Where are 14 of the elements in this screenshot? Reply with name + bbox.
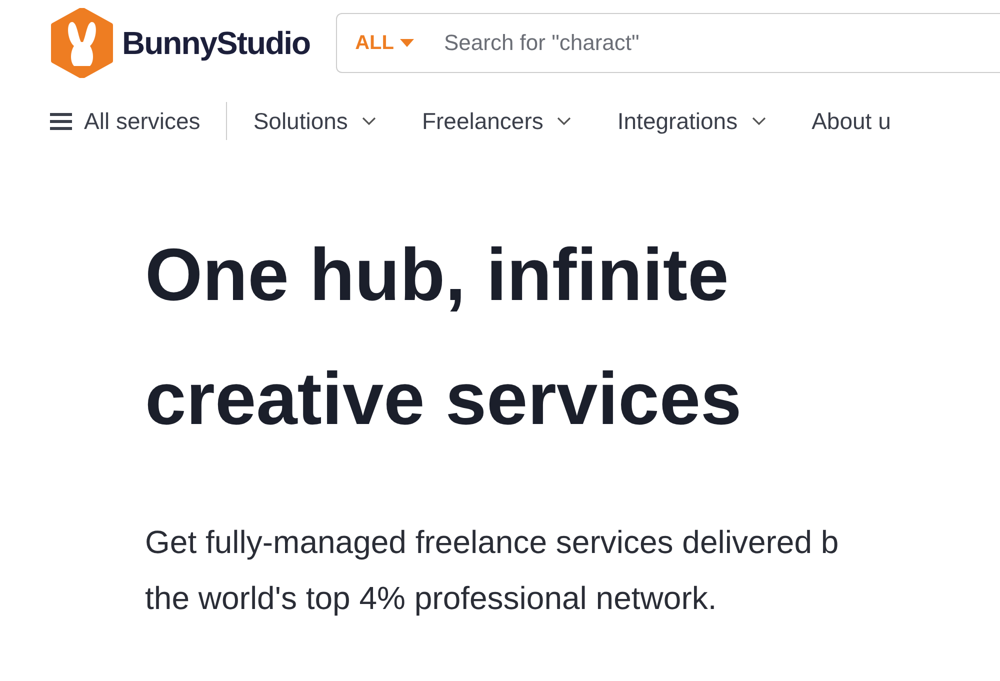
logo-wordmark[interactable]: BunnyStudio: [122, 24, 310, 62]
nav-link[interactable]: Integrations: [617, 108, 766, 134]
caret-icon: [400, 39, 414, 47]
nav-link[interactable]: Freelancers: [422, 108, 572, 134]
hero-headline: One hub, infinite creative services: [145, 232, 743, 442]
menu-icon: [50, 112, 72, 130]
caret-icon: [752, 116, 766, 126]
hero-subtitle: Get fully-managed freelance services delivered b the world's top 4% professional network.: [145, 523, 840, 618]
all-services-menu[interactable]: All services: [50, 108, 200, 134]
caret-icon: [362, 116, 376, 126]
nav-link[interactable]: Solutions: [253, 108, 376, 134]
caret-icon: [557, 116, 572, 126]
bunny-logo-icon: [50, 8, 114, 78]
nav-link[interactable]: About u: [812, 108, 891, 134]
